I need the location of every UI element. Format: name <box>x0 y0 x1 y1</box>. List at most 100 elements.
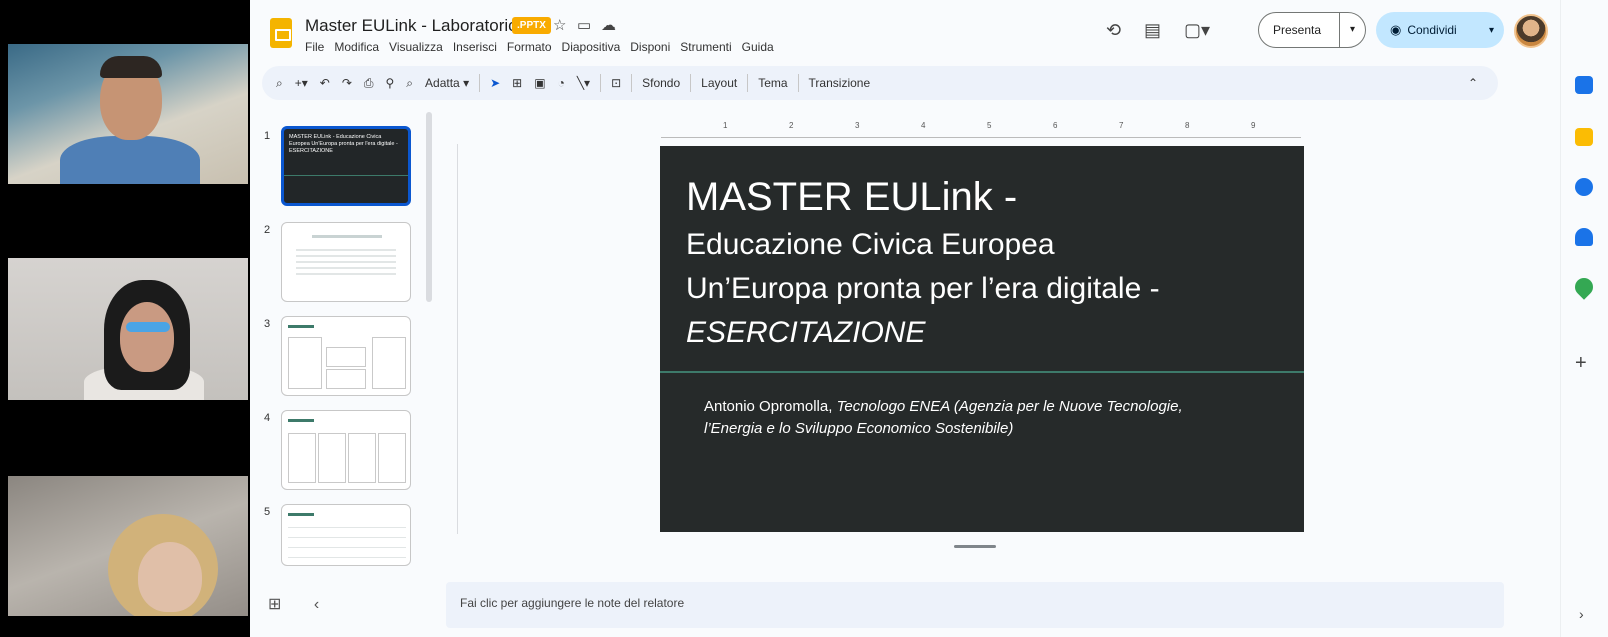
add-comment-icon[interactable]: ⊡ <box>605 76 627 90</box>
menu-inserisci[interactable]: Inserisci <box>453 40 497 54</box>
zoom-label: Adatta <box>425 76 460 90</box>
participant-video-3[interactable] <box>8 476 248 616</box>
menu-guida[interactable]: Guida <box>742 40 774 54</box>
notes-resize-handle[interactable] <box>954 545 996 548</box>
contacts-icon[interactable] <box>1575 228 1593 246</box>
thumb-box <box>326 347 366 367</box>
slide-number: 4 <box>264 412 271 424</box>
menu-formato[interactable]: Formato <box>507 40 552 54</box>
undo-icon[interactable]: ↶ <box>314 76 336 90</box>
layout-button[interactable]: Layout <box>695 76 743 90</box>
thumb-text-lines <box>296 249 396 279</box>
toolbar-divider <box>600 74 602 92</box>
slide-thumbnail-3[interactable] <box>281 316 411 396</box>
slide-number: 5 <box>264 506 271 518</box>
text-box-icon[interactable]: ⊞ <box>506 76 528 90</box>
thumb-box <box>318 433 346 483</box>
menu-strumenti[interactable]: Strumenti <box>680 40 731 54</box>
keep-icon[interactable] <box>1575 128 1593 146</box>
filmstrip-scrollbar[interactable] <box>426 112 432 302</box>
meet-camera-icon[interactable]: ▢▾ <box>1184 20 1210 41</box>
slide-subtitle-line-3[interactable]: ESERCITAZIONE <box>686 318 925 348</box>
present-dropdown-icon[interactable]: ▾ <box>1339 13 1365 47</box>
horizontal-ruler: 1 2 3 4 5 6 7 8 9 <box>661 121 1301 138</box>
thumb-heading <box>288 325 314 328</box>
thumb-title: MASTER EULink - Educazione Civica Europe… <box>289 134 398 154</box>
toolbar-divider <box>690 74 692 92</box>
paint-format-icon[interactable]: ⚲ <box>380 76 401 90</box>
print-icon[interactable]: ⎙ <box>358 76 380 91</box>
slides-logo-icon[interactable] <box>270 18 292 48</box>
share-label: Condividi <box>1407 23 1457 37</box>
share-button[interactable]: ◉ Condividi ▾ <box>1376 12 1504 48</box>
slide-canvas: 1 2 3 4 5 6 7 8 9 MASTER EULink - Educaz… <box>446 118 1506 558</box>
grid-view-icon[interactable]: ⊞ <box>268 596 281 613</box>
slide-number: 3 <box>264 318 271 330</box>
share-dropdown-icon[interactable]: ▾ <box>1489 25 1494 36</box>
shape-icon[interactable]: ◔ <box>552 76 571 90</box>
speaker-notes[interactable]: Fai clic per aggiungere le note del rela… <box>446 582 1504 628</box>
cloud-status-icon[interactable]: ☁ <box>601 16 616 34</box>
ruler-tick: 9 <box>1251 121 1256 130</box>
thumb-box <box>326 369 366 389</box>
slides-app: Master EULink - Laboratorio .PPTX ☆ ▭ ☁ … <box>250 0 1608 637</box>
toolbar-divider <box>631 74 633 92</box>
slide-thumbnail-4[interactable] <box>281 410 411 490</box>
slide-subtitle-line-1[interactable]: Educazione Civica Europea <box>686 230 1055 260</box>
select-cursor-icon[interactable]: ➤ <box>484 76 506 90</box>
thumb-heading <box>288 419 314 422</box>
search-menus-icon[interactable]: ⌕ <box>262 76 289 91</box>
filmstrip-controls: ⊞ ‹ <box>268 594 319 614</box>
vertical-ruler <box>446 144 458 534</box>
present-button[interactable]: Presenta ▾ <box>1258 12 1366 48</box>
thumb-box <box>372 337 406 389</box>
ruler-tick: 1 <box>723 121 728 130</box>
version-history-icon[interactable]: ⟲ <box>1106 20 1121 41</box>
calendar-icon[interactable] <box>1575 76 1593 94</box>
star-icon[interactable]: ☆ <box>553 16 566 34</box>
background-button[interactable]: Sfondo <box>636 76 686 90</box>
collapse-filmstrip-icon[interactable]: ‹ <box>314 596 319 613</box>
thumb-heading <box>288 513 314 516</box>
menu-disponi[interactable]: Disponi <box>630 40 670 54</box>
theme-button[interactable]: Tema <box>752 76 793 90</box>
toolbar-divider <box>797 74 799 92</box>
move-folder-icon[interactable]: ▭ <box>577 16 591 34</box>
slide-thumbnail-1[interactable]: MASTER EULink - Educazione Civica Europe… <box>281 126 411 206</box>
collapse-toolbar-icon[interactable]: ⌃ <box>1462 76 1498 90</box>
zoom-select[interactable]: Adatta ▾ <box>419 76 475 90</box>
comments-icon[interactable]: ▤ <box>1144 20 1161 41</box>
menu-diapositiva[interactable]: Diapositiva <box>562 40 621 54</box>
plus-icon[interactable]: + <box>1575 352 1587 375</box>
slide-subtitle-line-2[interactable]: Un’Europa pronta per l’era digitale - <box>686 274 1160 304</box>
slide-author[interactable]: Antonio Opromolla, Tecnologo ENEA (Agenz… <box>704 396 1244 440</box>
tasks-icon[interactable] <box>1575 178 1593 196</box>
account-avatar[interactable] <box>1514 14 1548 48</box>
slide-title[interactable]: MASTER EULink - <box>686 176 1017 218</box>
zoom-icon[interactable]: ⌕ <box>400 76 419 91</box>
participant-hair <box>100 56 162 78</box>
insert-image-icon[interactable]: ▣ <box>528 76 551 90</box>
maps-icon[interactable] <box>1571 274 1597 300</box>
current-slide[interactable]: MASTER EULink - Educazione Civica Europe… <box>660 146 1304 532</box>
thumb-box <box>348 433 376 483</box>
menu-modifica[interactable]: Modifica <box>334 40 379 54</box>
ruler-tick: 8 <box>1185 121 1190 130</box>
menu-file[interactable]: File <box>305 40 324 54</box>
expand-panel-icon[interactable]: › <box>1579 606 1584 622</box>
new-slide-icon[interactable]: +▾ <box>289 76 314 90</box>
menu-bar: File Modifica Visualizza Inserisci Forma… <box>305 40 774 54</box>
participant-video-2[interactable] <box>8 258 248 400</box>
menu-visualizza[interactable]: Visualizza <box>389 40 443 54</box>
thumb-heading <box>312 235 382 238</box>
participant-video-1[interactable] <box>8 44 248 184</box>
toolbar-divider <box>747 74 749 92</box>
ruler-tick: 2 <box>789 121 794 130</box>
document-title[interactable]: Master EULink - Laboratorio <box>305 16 518 36</box>
thumb-divider <box>284 175 408 176</box>
redo-icon[interactable]: ↷ <box>336 76 358 90</box>
line-icon[interactable]: ╲▾ <box>571 76 596 90</box>
slide-thumbnail-5[interactable] <box>281 504 411 566</box>
slide-thumbnail-2[interactable] <box>281 222 411 302</box>
transition-button[interactable]: Transizione <box>803 76 877 90</box>
